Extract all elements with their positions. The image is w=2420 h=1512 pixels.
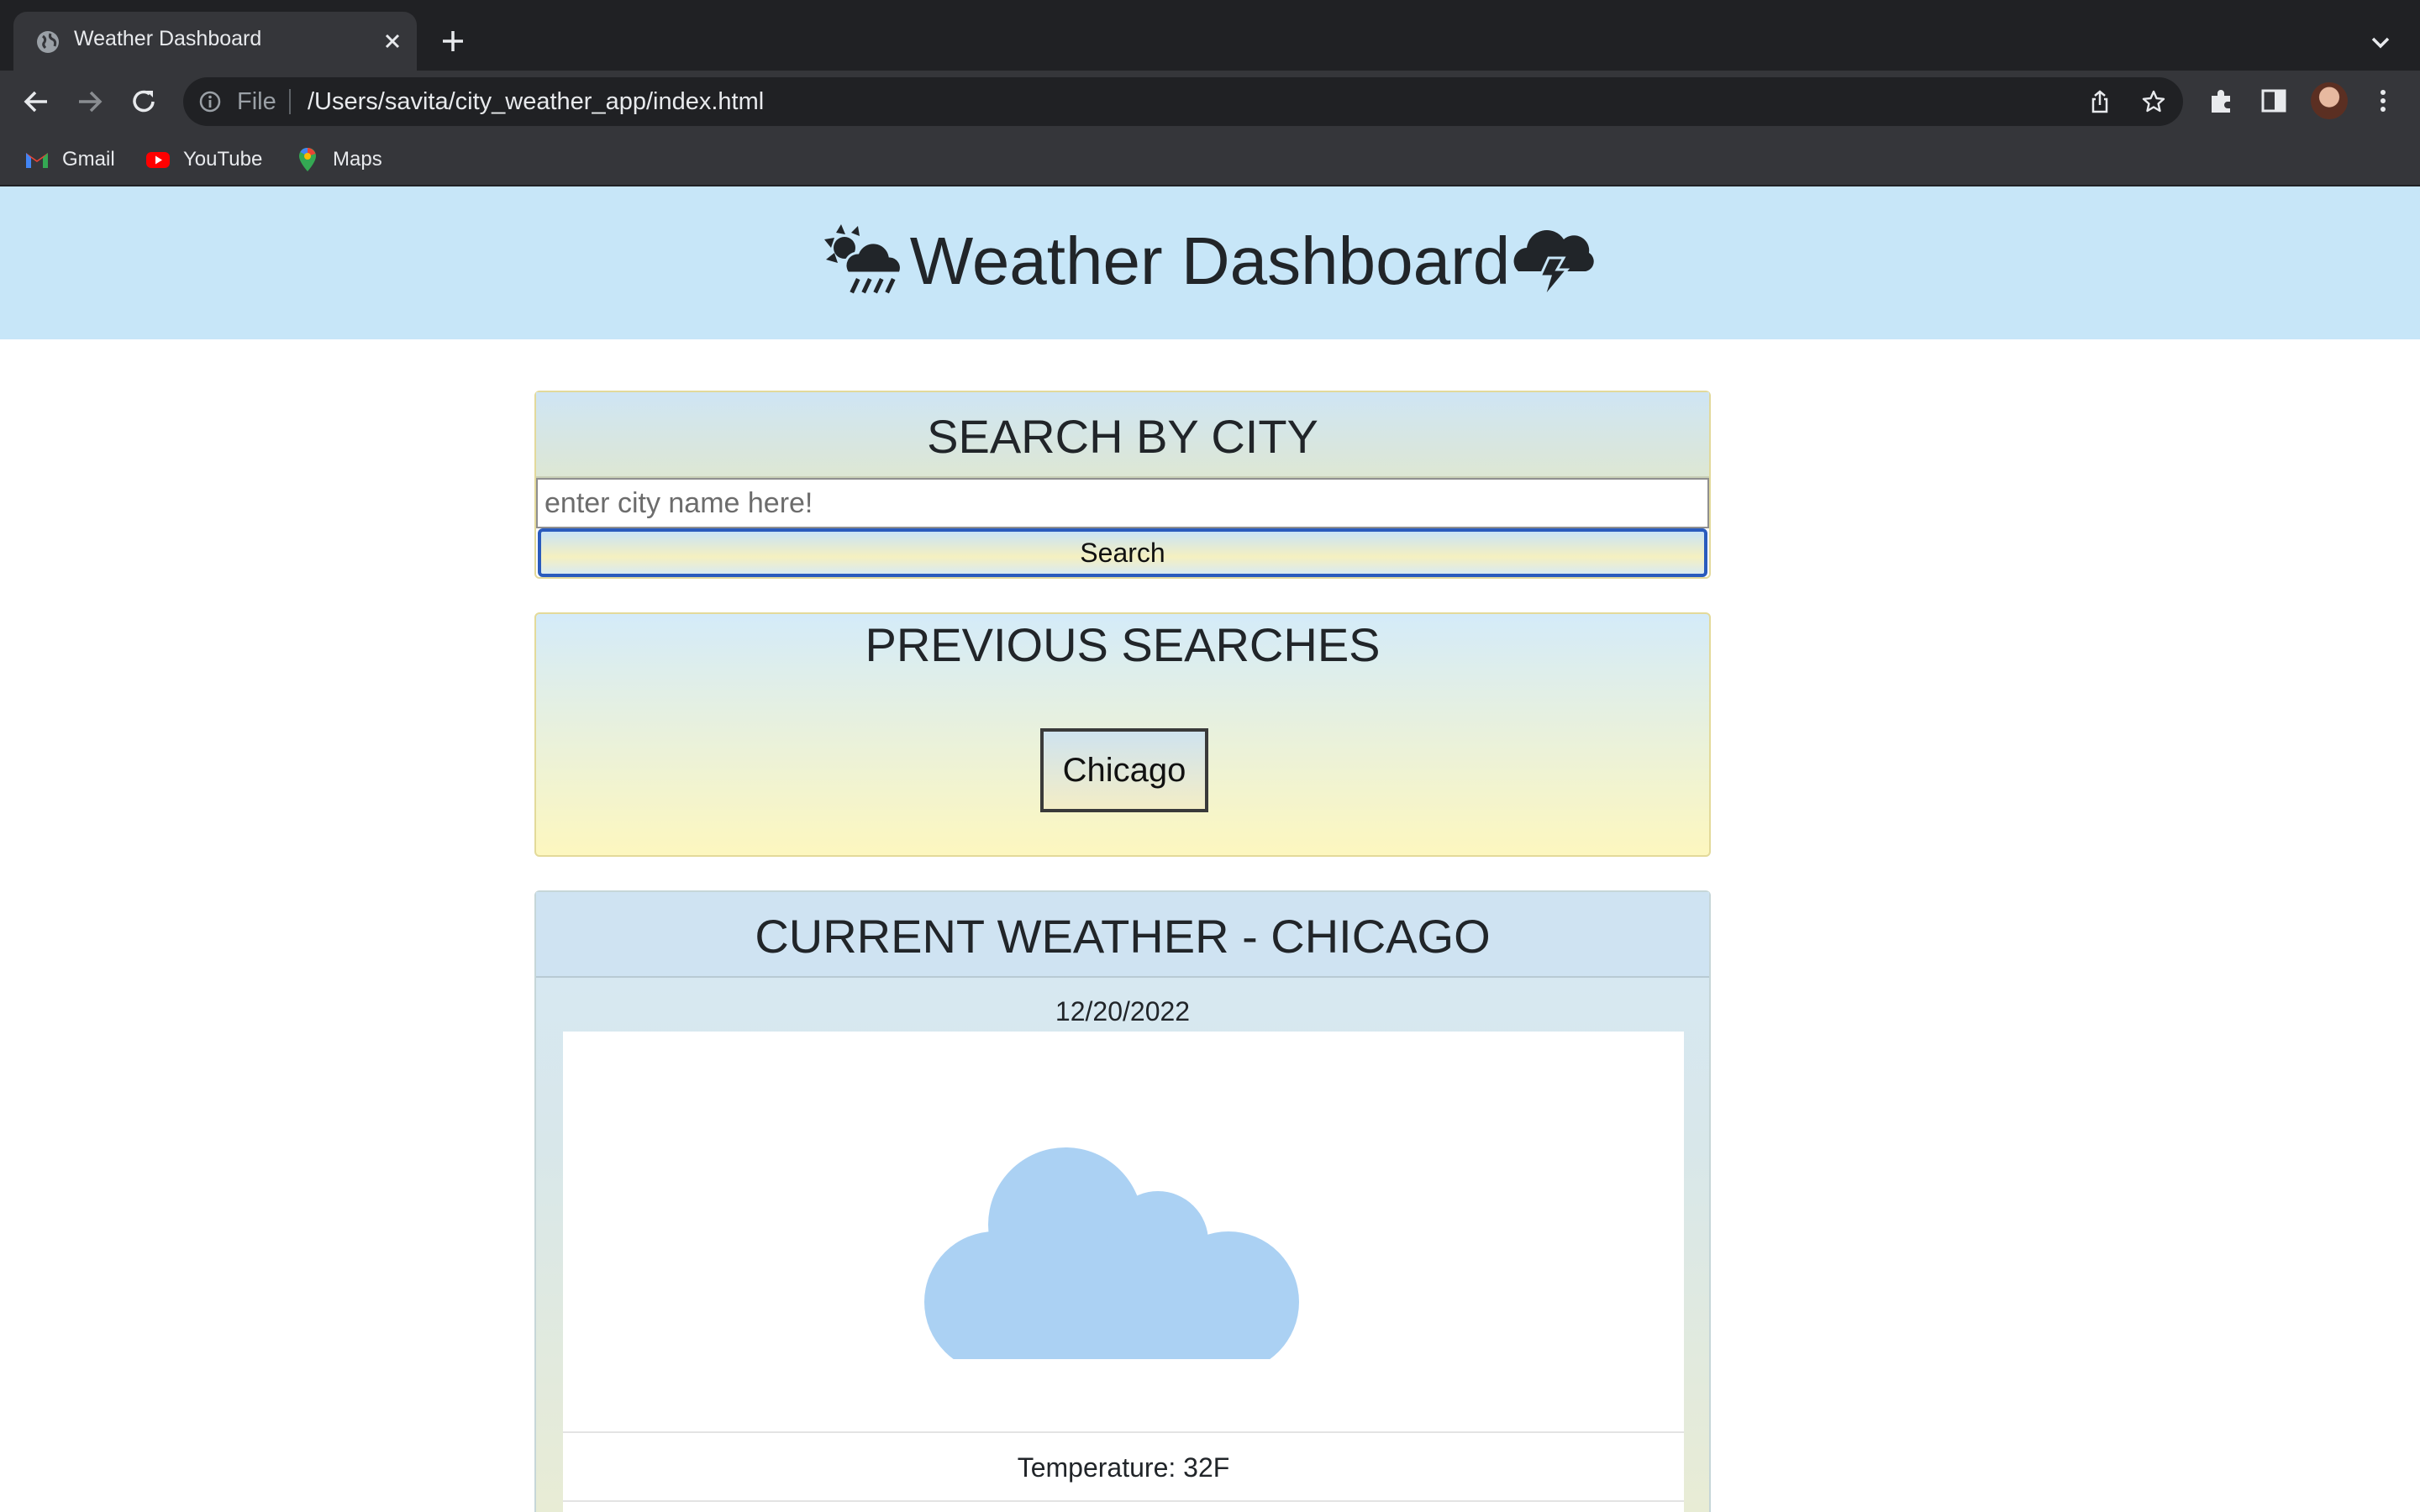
sun-cloud-rain-icon (823, 224, 902, 294)
browser-tab-active[interactable]: Weather Dashboard (13, 12, 417, 71)
header-row: Weather Dashboard (0, 215, 2420, 307)
search-card: SEARCH BY CITY Search (534, 391, 1711, 579)
search-button[interactable]: Search (538, 528, 1707, 577)
bookmark-maps[interactable]: Maps (294, 146, 382, 173)
bookmarks-bar: Gmail YouTube Maps (0, 133, 2420, 186)
close-tab-icon[interactable] (380, 29, 405, 54)
bookmark-label: Gmail (62, 148, 115, 171)
weather-detail-row (563, 1500, 1684, 1512)
browser-toolbar: File /Users/savita/city_weather_app/inde… (0, 71, 2420, 133)
city-search-input[interactable] (536, 478, 1709, 528)
search-card-header: SEARCH BY CITY (536, 392, 1709, 478)
search-card-title: SEARCH BY CITY (927, 410, 1318, 463)
address-bar[interactable]: File /Users/savita/city_weather_app/inde… (183, 77, 2183, 126)
temperature-row: Temperature: 32F (563, 1431, 1684, 1500)
maps-icon (299, 148, 316, 171)
history-item-chicago[interactable]: Chicago (1040, 728, 1208, 812)
current-date: 12/20/2022 (1055, 996, 1191, 1026)
weather-details-panel: Temperature: 32F (563, 1032, 1684, 1512)
chevron-down-icon[interactable] (2368, 30, 2393, 55)
bookmark-star-icon[interactable] (2141, 89, 2166, 114)
youtube-icon (146, 152, 170, 168)
page-header: Weather Dashboard (0, 186, 2420, 339)
back-arrow-icon[interactable] (20, 86, 52, 118)
current-weather-title: CURRENT WEATHER - CHICAGO (755, 910, 1491, 963)
tab-title: Weather Dashboard (74, 27, 262, 50)
browser-tab-strip: Weather Dashboard (0, 0, 2420, 71)
reload-icon[interactable] (128, 86, 160, 118)
previous-searches-title: PREVIOUS SEARCHES (865, 618, 1381, 671)
share-icon[interactable] (2087, 89, 2112, 114)
current-weather-header: CURRENT WEATHER - CHICAGO (536, 892, 1709, 978)
info-icon[interactable] (198, 90, 222, 113)
extensions-puzzle-icon[interactable] (2207, 86, 2237, 116)
more-menu-icon[interactable] (2368, 86, 2398, 116)
forward-arrow-icon[interactable] (74, 86, 106, 118)
globe-icon (37, 31, 59, 53)
page-title: Weather Dashboard (909, 223, 1511, 298)
url-text[interactable]: /Users/savita/city_weather_app/index.htm… (308, 88, 764, 116)
storm-cloud-icon (1513, 229, 1594, 299)
cloud-icon (924, 1147, 1299, 1359)
bookmark-label: Maps (333, 148, 382, 171)
current-weather-card: CURRENT WEATHER - CHICAGO 12/20/2022 Tem… (534, 890, 1711, 1512)
bookmark-label: YouTube (183, 148, 263, 171)
omnibox-divider (289, 89, 291, 114)
scheme-label: File (237, 88, 276, 115)
previous-searches-card: PREVIOUS SEARCHES Chicago (534, 612, 1711, 857)
bookmark-gmail[interactable]: Gmail (24, 146, 115, 173)
side-panel-icon[interactable] (2259, 86, 2289, 116)
new-tab-icon[interactable] (440, 29, 466, 54)
bookmark-youtube[interactable]: YouTube (145, 146, 262, 173)
gmail-icon (26, 153, 48, 168)
profile-avatar[interactable] (2311, 82, 2348, 119)
